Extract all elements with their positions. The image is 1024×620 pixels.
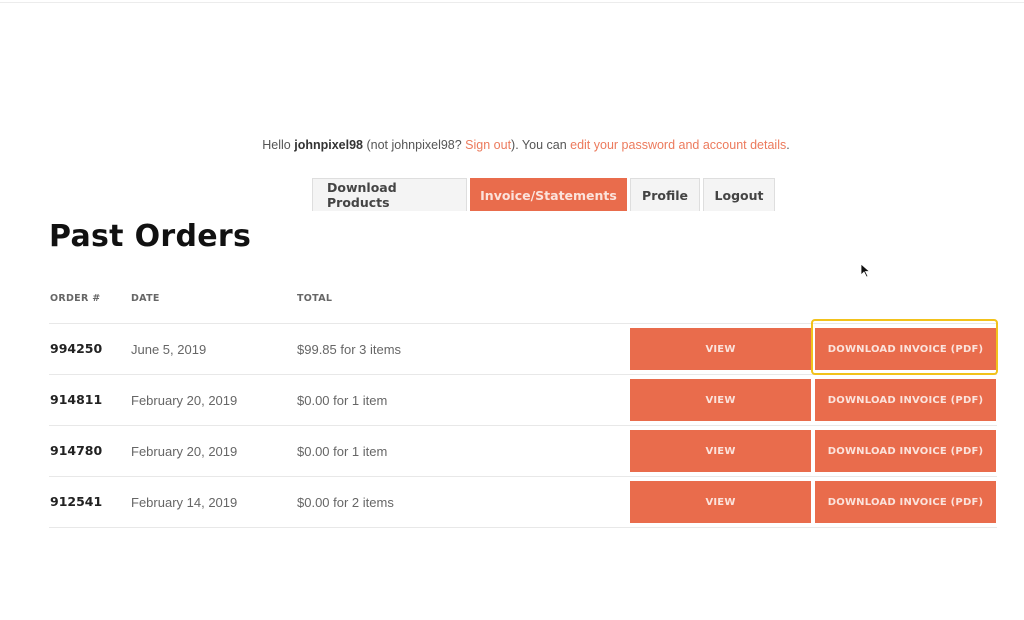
download-invoice-button[interactable]: DOWNLOAD INVOICE (PDF) (815, 430, 996, 472)
tab-profile[interactable]: Profile (630, 178, 700, 211)
order-date: February 20, 2019 (131, 444, 238, 459)
order-date: June 5, 2019 (131, 342, 207, 357)
table-divider (49, 527, 997, 528)
order-date: February 20, 2019 (131, 393, 238, 408)
order-number: 914811 (50, 392, 103, 407)
username: johnpixel98 (294, 138, 364, 152)
sign-out-link[interactable]: Sign out (465, 138, 511, 152)
download-invoice-button[interactable]: DOWNLOAD INVOICE (PDF) (815, 379, 996, 421)
top-divider (0, 2, 1024, 3)
order-total: $99.85 for 3 items (297, 342, 402, 357)
table-row: 914780 February 20, 2019 $0.00 for 1 ite… (0, 426, 1024, 477)
tab-invoice-statements[interactable]: Invoice/Statements (470, 178, 627, 211)
account-details-link[interactable]: edit your password and account details (570, 138, 786, 152)
greeting-not-text: (not johnpixel98? (363, 138, 466, 152)
order-number: 912541 (50, 494, 103, 509)
order-total: $0.00 for 1 item (297, 444, 388, 459)
column-header-order: ORDER # (50, 293, 101, 304)
greeting-middle-text: ). You can (511, 138, 571, 152)
download-invoice-button[interactable]: DOWNLOAD INVOICE (PDF) (815, 481, 996, 523)
order-total: $0.00 for 1 item (297, 393, 388, 408)
order-number: 914780 (50, 443, 103, 458)
view-order-button[interactable]: VIEW (630, 379, 811, 421)
column-header-date: DATE (131, 293, 160, 304)
view-order-button[interactable]: VIEW (630, 430, 811, 472)
page-title: Past Orders (49, 219, 252, 254)
greeting-end: . (786, 138, 790, 152)
mouse-cursor-icon (860, 263, 871, 278)
column-header-total: TOTAL (297, 293, 333, 304)
view-order-button[interactable]: VIEW (630, 481, 811, 523)
greeting-hello: Hello (262, 138, 295, 152)
view-order-button[interactable]: VIEW (630, 328, 811, 370)
download-invoice-button[interactable]: DOWNLOAD INVOICE (PDF) (815, 328, 996, 370)
table-row: 994250 June 5, 2019 $99.85 for 3 items V… (0, 324, 1024, 375)
order-date: February 14, 2019 (131, 495, 238, 510)
account-greeting: Hello johnpixel98 (not johnpixel98? Sign… (0, 138, 1024, 152)
order-total: $0.00 for 2 items (297, 495, 394, 510)
table-row: 912541 February 14, 2019 $0.00 for 2 ite… (0, 477, 1024, 528)
tab-logout[interactable]: Logout (703, 178, 775, 211)
order-number: 994250 (50, 341, 103, 356)
tab-download-products[interactable]: Download Products (312, 178, 467, 211)
account-tabs: Download Products Invoice/Statements Pro… (312, 178, 775, 211)
table-row: 914811 February 20, 2019 $0.00 for 1 ite… (0, 375, 1024, 426)
